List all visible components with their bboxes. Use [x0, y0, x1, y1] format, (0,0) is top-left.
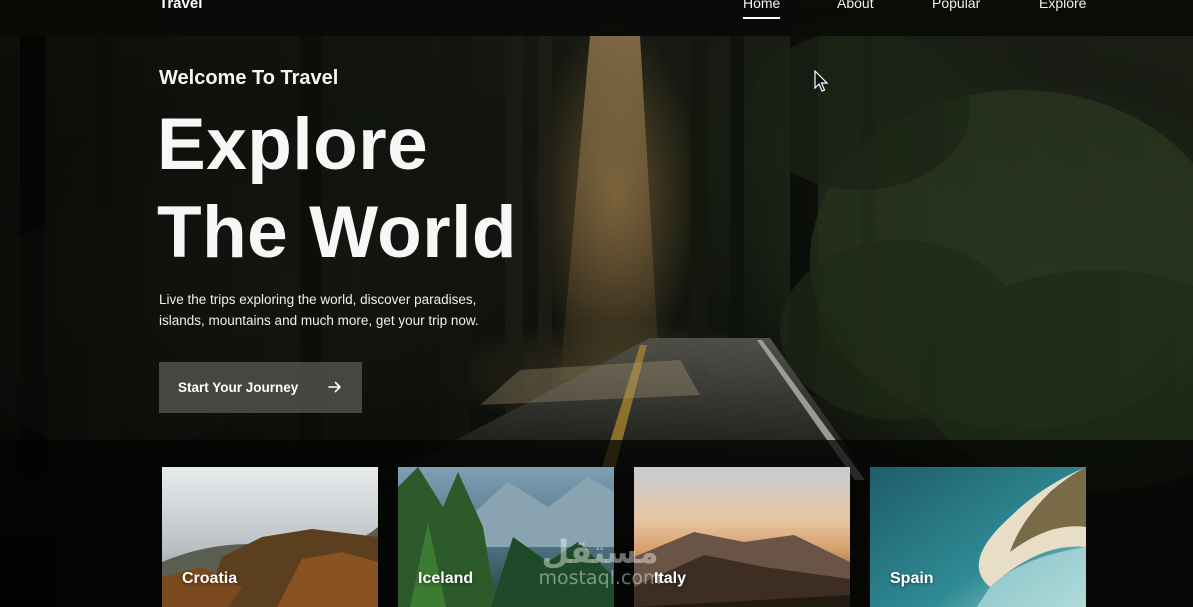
hero-title: Explore The World	[157, 101, 517, 277]
hero-description: Live the trips exploring the world, disc…	[159, 289, 539, 331]
destination-card-croatia[interactable]: Croatia	[162, 467, 378, 607]
nav-home[interactable]: Home	[743, 0, 781, 19]
start-journey-label: Start Your Journey	[178, 380, 299, 395]
watermark-latin: mostaql.com	[538, 567, 662, 589]
page: Travel Home About Popular Explore Welcom…	[0, 0, 1193, 607]
hero-subtitle: Welcome To Travel	[159, 67, 339, 89]
nav-explore[interactable]: Explore	[1039, 0, 1086, 11]
hero-description-line-1: Live the trips exploring the world, disc…	[159, 292, 477, 307]
destination-name: Croatia	[182, 570, 238, 587]
mouse-cursor-icon	[814, 70, 829, 92]
destination-name: Spain	[890, 570, 934, 587]
watermark-arabic: مستقل	[541, 533, 659, 571]
nav-popular[interactable]: Popular	[932, 0, 980, 11]
destination-name: Iceland	[418, 570, 474, 587]
watermark: مستقل mostaql.com	[520, 533, 680, 589]
nav-about[interactable]: About	[837, 0, 874, 11]
hero-description-line-2: islands, mountains and much more, get yo…	[159, 313, 479, 328]
start-journey-button[interactable]: Start Your Journey	[159, 362, 362, 413]
main-nav: Home About Popular Explore	[0, 0, 1193, 25]
arrow-right-icon	[328, 381, 341, 393]
hero-title-line-1: Explore	[157, 104, 429, 185]
hero-title-line-2: The World	[157, 192, 518, 273]
destination-card-spain[interactable]: Spain	[870, 467, 1086, 607]
top-navbar: Travel Home About Popular Explore	[0, 0, 1193, 36]
